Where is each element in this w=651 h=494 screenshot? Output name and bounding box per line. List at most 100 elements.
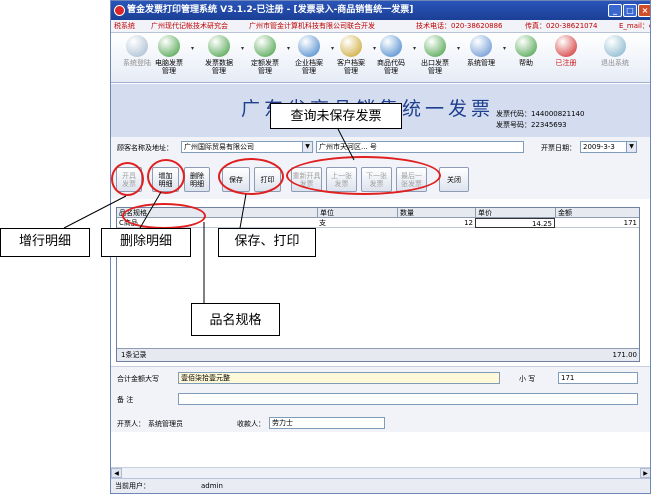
customer-label: 顾客名称及地址： [117, 144, 173, 152]
app-window: 管金发票打印管理系统 V3.1.2-已注册 - [发票录入-商品销售统一发票] … [110, 0, 651, 494]
cell-amount[interactable]: 171 [555, 218, 639, 228]
info-phone: 技术电话：020-38620886 [416, 22, 503, 30]
invoice-date-label: 开票日期： [541, 144, 576, 152]
toolbar-item-system-manage[interactable]: 系统管理 ▾ [459, 35, 506, 81]
column-unit-price[interactable]: 单价 [475, 208, 555, 218]
issuer-label: 开票人： [117, 420, 145, 428]
toolbar-item-label: 商品代码 管理 [377, 59, 405, 75]
customer-name-value: 广州国际贸易有限公司 [184, 143, 254, 151]
column-amount[interactable]: 金额 [555, 208, 639, 218]
save-button[interactable]: 保存 [222, 167, 250, 192]
open-invoice-button[interactable]: 开具 发票 [116, 167, 142, 192]
toolbar-item-customer-file[interactable]: 客户档案 管理 ▾ [329, 35, 376, 81]
table-row[interactable]: C商品 支 12 14.25 171 [117, 218, 639, 228]
info-bar: 税系统 广州现代记帐技术研究会 广州市管金计算机科技有限公司联合开发 技术电话：… [111, 20, 650, 33]
chevron-down-icon[interactable]: ▾ [191, 45, 194, 53]
customer-address-field[interactable]: 广州市天河区... 号 [316, 141, 524, 153]
cell-product-spec[interactable]: C商品 [117, 218, 317, 228]
chevron-down-icon[interactable]: ▼ [626, 142, 636, 152]
main-toolbar: 系统登陆 电脑发票 管理 ▾ 发票数据 管理 ▾ 定额发票 管理 ▾ 企业档案 管理 ▾ 客户档案… [111, 33, 650, 83]
invoice-number-label: 发票号码： [496, 121, 531, 129]
customer-row: 顾客名称及地址： 广州国际贸易有限公司 ▼ 广州市天河区... 号 开票日期： … [111, 137, 650, 160]
toolbar-item-help[interactable]: 帮助 [504, 35, 548, 81]
toolbar-item-label: 系统管理 [467, 59, 495, 67]
next-invoice-button[interactable]: 下一张 发票 [361, 167, 392, 192]
status-bar: 当前用户： admin [111, 478, 650, 493]
toolbar-item-invoice-data[interactable]: 发票数据 管理 ▾ [197, 35, 244, 81]
detail-grid: 品名规格 单位 数量 单价 金额 C商品 支 12 14.25 171 1条记录… [116, 207, 640, 362]
record-count: 1条记录 [121, 351, 147, 359]
enterprise-file-icon [298, 35, 320, 57]
product-code-icon [380, 35, 402, 57]
title-bar: 管金发票打印管理系统 V3.1.2-已注册 - [发票录入-商品销售统一发票] … [111, 1, 650, 20]
toolbar-item-label: 企业档案 管理 [295, 59, 323, 75]
amount-cn-field: 壹佰柒拾壹元整 [178, 372, 500, 384]
toolbar-item-product-code[interactable]: 商品代码 管理 ▾ [369, 35, 416, 81]
current-user-label: 当前用户： [115, 482, 150, 490]
info-company: 广州市管金计算机科技有限公司联合开发 [249, 22, 375, 30]
reopen-invoice-button[interactable]: 重新开具 发票 [291, 167, 322, 192]
issuer-value: 系统管理员 [148, 420, 183, 428]
invoice-code-block: 发票代码：144000821140 发票号码：22345693 [496, 109, 584, 131]
invoice-date-select[interactable]: 2009-3-3 ▼ [580, 141, 637, 153]
cell-unit-price[interactable]: 14.25 [475, 218, 555, 228]
grid-header: 品名规格 单位 数量 单价 金额 [117, 208, 639, 218]
delete-detail-button[interactable]: 删除 明细 [184, 167, 210, 192]
grid-footer: 1条记录 171.00 [117, 348, 639, 361]
close-window-button[interactable]: × [638, 4, 650, 17]
customer-name-select[interactable]: 广州国际贸易有限公司 ▼ [181, 141, 313, 153]
customer-address-value: 广州市天河区... 号 [319, 143, 377, 151]
minimize-button[interactable]: _ [608, 4, 622, 17]
previous-invoice-button[interactable]: 上一张 发票 [326, 167, 357, 192]
scroll-left-icon[interactable]: ◀ [111, 468, 122, 478]
maximize-button[interactable]: □ [623, 4, 637, 17]
toolbar-item-label: 定额发票 管理 [251, 59, 279, 75]
invoice-data-icon [208, 35, 230, 57]
app-logo-icon [114, 5, 125, 16]
cell-quantity[interactable]: 12 [397, 218, 475, 228]
remark-field[interactable] [178, 393, 638, 405]
amount-small-label: 小 写 [519, 375, 536, 383]
callout-save-print: 保存、打印 [218, 228, 316, 257]
toolbar-item-enterprise-file[interactable]: 企业档案 管理 ▾ [287, 35, 334, 81]
export-invoice-icon [424, 35, 446, 57]
print-button[interactable]: 打印 [254, 167, 281, 192]
receiver-field[interactable]: 劳力士 [269, 417, 385, 429]
toolbar-item-label: 客户档案 管理 [337, 59, 365, 75]
toolbar-item-label: 退出系统 [601, 59, 629, 67]
totals-panel: 合计金额大写 壹佰柒拾壹元整 小 写 171 备 注 [111, 366, 650, 414]
toolbar-item-exit[interactable]: 退出系统 [593, 35, 637, 81]
toolbar-item-registered[interactable]: 已注册 [544, 35, 588, 81]
signature-row: 开票人： 系统管理员 收款人： 劳力士 [111, 414, 650, 432]
toolbar-item-export-invoice[interactable]: 出口发票 管理 ▾ [413, 35, 460, 81]
toolbar-item-fixed-invoice[interactable]: 定额发票 管理 ▾ [243, 35, 290, 81]
chevron-down-icon[interactable]: ▼ [302, 142, 312, 152]
current-user-value: admin [201, 482, 223, 490]
column-quantity[interactable]: 数量 [397, 208, 475, 218]
invoice-date-value: 2009-3-3 [583, 143, 615, 151]
grid-total: 171.00 [612, 351, 638, 359]
action-row: 开具 发票 增加 明细 删除 明细 保存 打印 重新开具 发票 上一张 发票 下… [111, 160, 650, 199]
invoice-number: 22345693 [531, 121, 567, 129]
add-detail-button[interactable]: 增加 明细 [152, 167, 179, 192]
last-invoice-button[interactable]: 最后一 张发票 [396, 167, 427, 192]
login-icon [126, 35, 148, 57]
horizontal-scrollbar[interactable]: ◀ ▶ [111, 467, 650, 478]
column-product-spec[interactable]: 品名规格 [117, 208, 317, 218]
amount-cn-label: 合计金额大写 [117, 375, 159, 383]
toolbar-item-computer-invoice[interactable]: 电脑发票 管理 ▾ [147, 35, 194, 81]
cell-unit[interactable]: 支 [317, 218, 397, 228]
remark-label: 备 注 [117, 396, 134, 404]
info-system: 税系统 [114, 22, 135, 30]
invoice-code-label: 发票代码： [496, 110, 531, 118]
invoice-code: 144000821140 [531, 110, 585, 118]
help-icon [515, 35, 537, 57]
column-unit[interactable]: 单位 [317, 208, 397, 218]
scroll-right-icon[interactable]: ▶ [640, 468, 650, 478]
amount-small-field: 171 [558, 372, 638, 384]
callout-query-unsaved: 查询未保存发票 [270, 103, 402, 129]
info-fax: 传真：020-38621074 [525, 22, 598, 30]
close-button[interactable]: 关闭 [439, 167, 469, 192]
receiver-label: 收款人： [237, 420, 265, 428]
toolbar-item-label: 电脑发票 管理 [155, 59, 183, 75]
